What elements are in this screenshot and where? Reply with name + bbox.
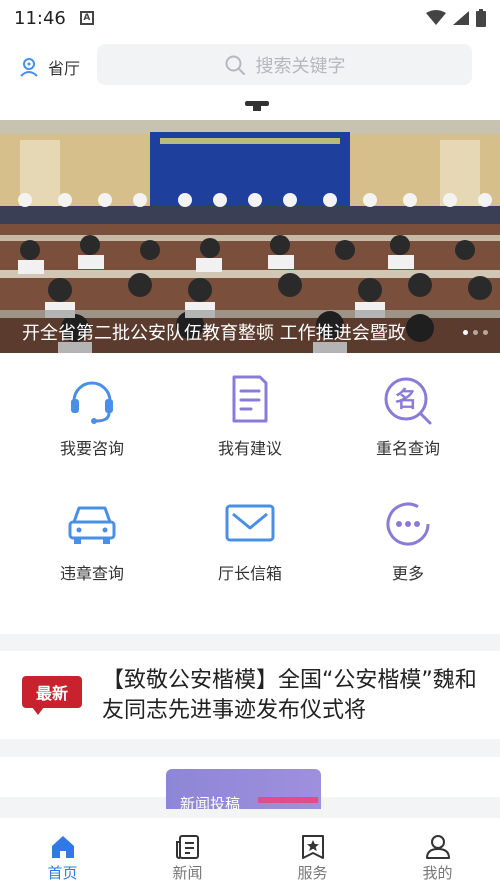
news-submit-label: 新闻投稿 — [180, 795, 241, 809]
banner-pagination — [463, 330, 488, 335]
tab-label: 新闻 — [172, 864, 203, 882]
name-search-icon: 名 — [384, 377, 432, 425]
tab-home[interactable]: 首页 — [0, 818, 125, 888]
services-grid: 我要咨询 我有建议 名 重名查询 违章查询 厅长信箱 更多 — [0, 353, 500, 634]
tab-mine[interactable]: 我的 — [375, 818, 500, 888]
location-user-icon — [20, 58, 38, 77]
wifi-icon — [426, 10, 446, 25]
battery-icon — [476, 9, 486, 27]
service-label: 违章查询 — [59, 564, 124, 583]
service-name-query[interactable]: 名 重名查询 — [348, 371, 468, 459]
latest-badge: 最新 — [22, 676, 82, 718]
tab-label: 首页 — [47, 864, 78, 882]
news-banner[interactable]: 开全省第二批公安队伍教育整顿 工作推进会暨政 — [0, 120, 500, 353]
banner-caption: 开全省第二批公安队伍教育整顿 工作推进会暨政 — [22, 323, 406, 344]
search-placeholder: 搜索关键字 — [255, 55, 346, 77]
banner-dot[interactable] — [483, 330, 488, 335]
news-submit-card[interactable]: 新闻投稿 — [166, 769, 321, 809]
service-label: 我要咨询 — [59, 439, 124, 458]
status-bar: 11:46 A — [0, 0, 500, 36]
latest-badge-label: 最新 — [22, 676, 82, 708]
mail-icon — [225, 504, 275, 542]
top-bar: 省厅 搜索关键字 — [0, 36, 500, 98]
status-time: 11:46 — [14, 7, 66, 29]
notification-a-icon: A — [79, 11, 94, 25]
service-label: 更多 — [391, 564, 424, 583]
bottom-tab-bar: 首页 新闻 服务 我的 — [0, 818, 500, 888]
document-icon — [232, 375, 268, 423]
tab-label: 服务 — [297, 864, 328, 882]
location-label: 省厅 — [48, 59, 81, 78]
svg-text:名: 名 — [395, 387, 417, 413]
status-icons — [426, 9, 486, 27]
service-more[interactable]: 更多 — [348, 496, 468, 584]
home-icon — [51, 836, 74, 858]
service-suggest[interactable]: 我有建议 — [190, 371, 310, 459]
headset-icon — [71, 381, 113, 424]
tab-label: 我的 — [422, 864, 453, 882]
banner-dot[interactable] — [463, 330, 468, 335]
more-icon — [386, 502, 430, 546]
feature-strip: 新闻投稿 — [0, 757, 500, 809]
card-decoration — [258, 797, 318, 803]
search-icon — [225, 55, 245, 75]
tab-service[interactable]: 服务 — [250, 818, 375, 888]
signal-icon — [453, 11, 469, 25]
service-mailbox[interactable]: 厅长信箱 — [190, 496, 310, 584]
location-selector[interactable]: 省厅 — [18, 55, 80, 79]
service-consult[interactable]: 我要咨询 — [32, 371, 152, 459]
news-icon — [175, 835, 199, 859]
camera-notch-icon — [245, 101, 269, 111]
service-label: 我有建议 — [217, 439, 282, 458]
tab-news[interactable]: 新闻 — [125, 818, 250, 888]
search-input[interactable]: 搜索关键字 — [97, 44, 472, 85]
user-icon — [425, 835, 450, 859]
badge-tail — [32, 707, 44, 715]
service-star-icon — [301, 835, 324, 859]
service-label: 厅长信箱 — [217, 564, 282, 583]
service-violation[interactable]: 违章查询 — [32, 496, 152, 584]
latest-news[interactable]: 最新 【致敬公安楷模】全国“公安楷模”魏和友同志先进事迹发布仪式将 — [0, 651, 500, 739]
service-label: 重名查询 — [375, 439, 440, 458]
latest-headline: 【致敬公安楷模】全国“公安楷模”魏和友同志先进事迹发布仪式将 — [102, 668, 477, 723]
car-icon — [68, 506, 116, 544]
banner-dot[interactable] — [473, 330, 478, 335]
